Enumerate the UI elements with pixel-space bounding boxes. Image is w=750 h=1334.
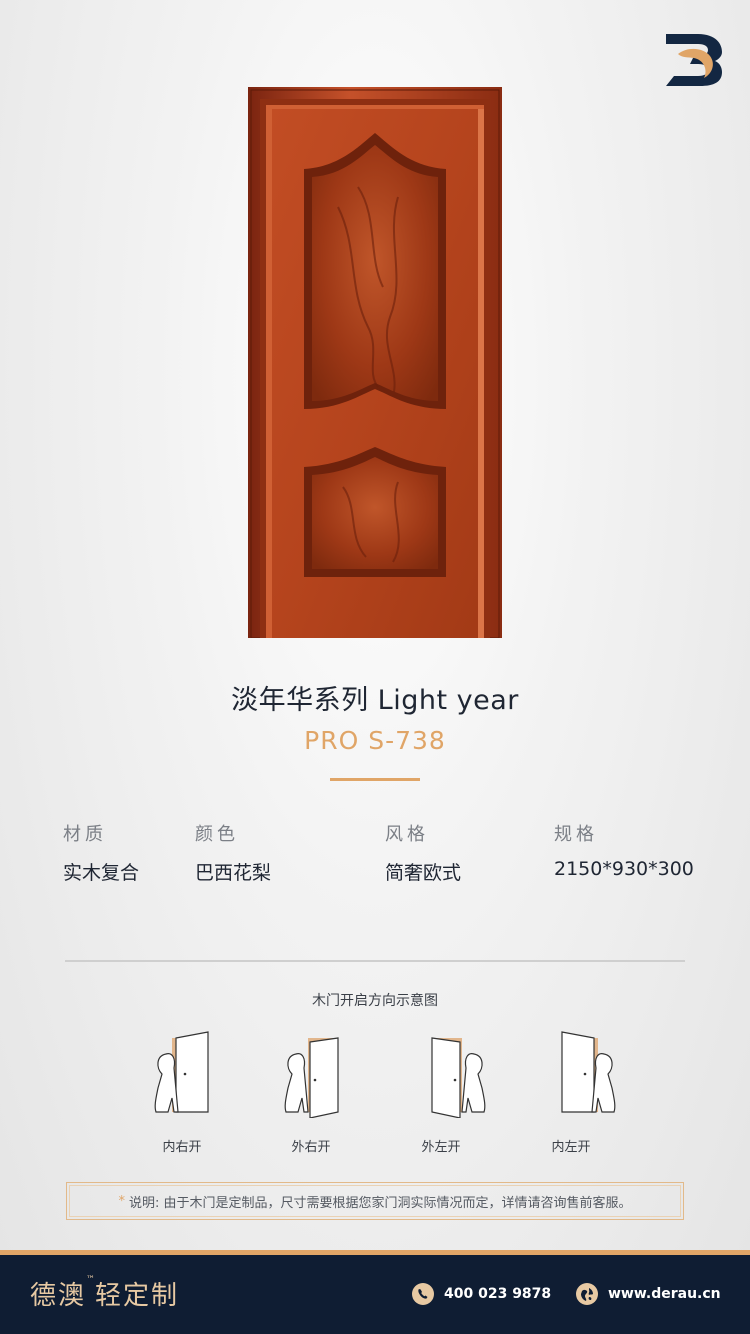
note-text: 说明: 由于木门是定制品，尺寸需要根据您家门洞实际情况而定，详情请咨询售前客服。 (128, 1195, 632, 1211)
phone-contact[interactable]: 400 023 9878 (412, 1282, 551, 1306)
phone-number: 400 023 9878 (444, 1286, 552, 1302)
model-code: PRO S-738 (304, 726, 446, 755)
series-title: 淡年华系列 Light year (231, 685, 519, 716)
brand-name: 德澳 (30, 1281, 87, 1311)
globe-icon (576, 1283, 598, 1305)
spec-value: 实木复合 (63, 862, 140, 884)
door-outward-right-icon (284, 1037, 339, 1118)
spec-label: 规格 (554, 824, 598, 845)
spec-label: 风格 (385, 824, 429, 845)
spec-value: 简奢欧式 (385, 862, 462, 884)
door-label-outward-right: 外右开 (291, 1140, 331, 1155)
website-url: www.derau.cn (608, 1286, 721, 1302)
derau-logo-icon (666, 34, 722, 86)
section-divider (65, 960, 685, 962)
door-label-inward-left: 内左开 (551, 1140, 591, 1155)
footer-bar: 德澳™轻定制 400 023 9878 www.derau.cn (0, 1255, 750, 1334)
door-label-outward-left: 外左开 (421, 1140, 461, 1155)
spec-value: 2150*930*300 (554, 858, 694, 880)
door-inward-left-icon (561, 1031, 616, 1113)
door-product-image (248, 87, 502, 638)
custom-order-note: * 说明: 由于木门是定制品，尺寸需要根据您家门洞实际情况而定，详情请咨询售前客… (66, 1182, 684, 1220)
spec-value: 巴西花梨 (195, 862, 272, 884)
brand-trademark: ™ (86, 1275, 96, 1285)
phone-icon (412, 1283, 434, 1305)
website-link[interactable]: www.derau.cn (576, 1282, 721, 1306)
spec-label: 材质 (63, 824, 107, 845)
brand-wordmark: 德澳™轻定制 (30, 1275, 179, 1312)
door-inward-right-icon (154, 1031, 209, 1113)
note-star: * (118, 1193, 125, 1209)
brand-tagline: 轻定制 (95, 1281, 180, 1311)
title-underline (330, 778, 420, 781)
door-outward-left-icon (431, 1037, 486, 1118)
opening-direction-heading: 木门开启方向示意图 (312, 993, 438, 1009)
spec-label: 颜色 (195, 824, 239, 845)
door-label-inward-right: 内右开 (162, 1140, 202, 1155)
